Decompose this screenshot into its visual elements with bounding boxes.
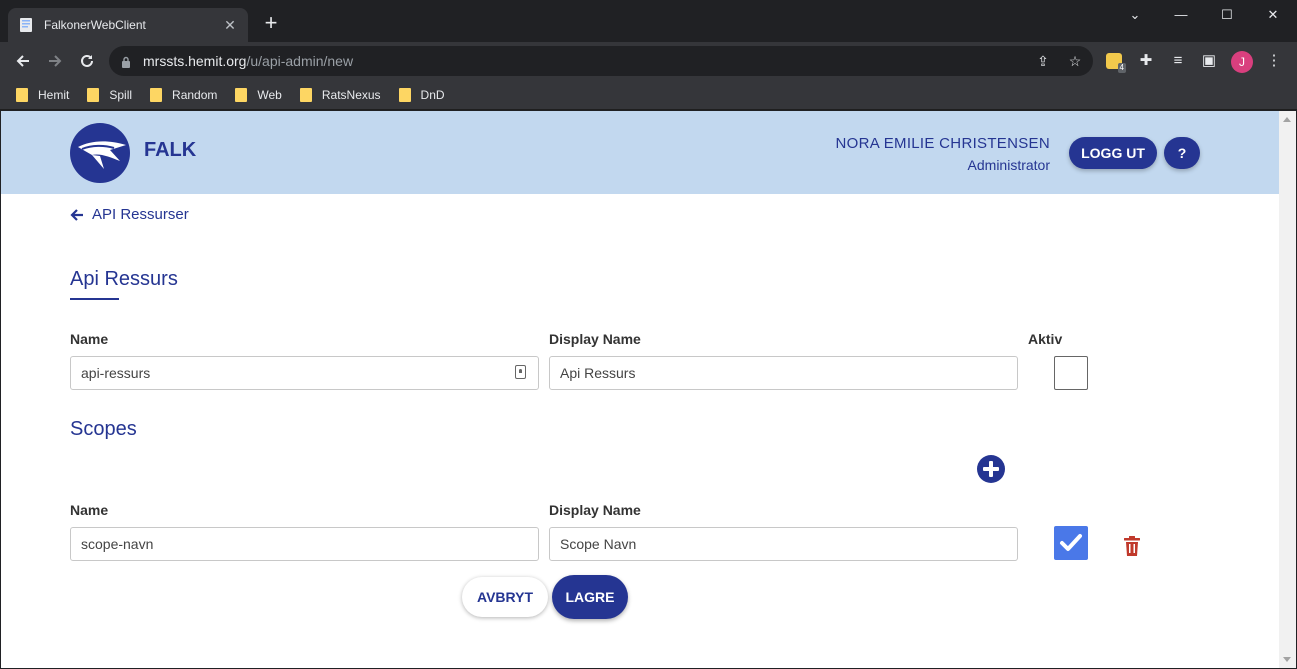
title-underline	[70, 298, 119, 300]
scope-display-name-label: Display Name	[549, 502, 641, 518]
folder-icon	[16, 87, 28, 102]
menu-icon[interactable]: ⋮	[1264, 51, 1284, 71]
tab-title: FalkonerWebClient	[44, 18, 146, 32]
media-icon[interactable]: ≡	[1168, 51, 1188, 71]
name-label: Name	[70, 331, 109, 347]
page-viewport: FALK NORA EMILIE CHRISTENSEN Administrat…	[1, 111, 1279, 668]
folder-icon	[299, 87, 312, 102]
address-bar[interactable]: mrssts.hemit.org/u/api-admin/new ⇪ ☆	[109, 46, 1093, 76]
scope-display-name-input[interactable]	[549, 527, 1018, 561]
new-tab-icon[interactable]: +	[260, 12, 282, 34]
add-scope-button[interactable]	[977, 455, 1005, 483]
tab-close-icon[interactable]: ✕	[222, 17, 238, 34]
back-link-label: API Ressurser	[92, 206, 189, 223]
bookmark-ratsnexus[interactable]: RatsNexus	[299, 87, 381, 102]
app-header: FALK NORA EMILIE CHRISTENSEN Administrat…	[1, 111, 1279, 194]
url-text: mrssts.hemit.org/u/api-admin/new	[143, 53, 354, 69]
scope-name-input[interactable]	[70, 527, 539, 561]
star-icon[interactable]: ☆	[1066, 52, 1084, 70]
scope-active-checkbox[interactable]	[1054, 526, 1088, 560]
notes-extension-icon[interactable]: 4	[1106, 53, 1126, 73]
scopes-title: Scopes	[70, 418, 137, 440]
folder-icon	[235, 87, 248, 102]
bookmark-random[interactable]: Random	[150, 87, 217, 102]
profile-avatar[interactable]: J	[1231, 51, 1253, 73]
falk-logo[interactable]	[70, 123, 130, 183]
scroll-up-icon[interactable]	[1283, 117, 1291, 122]
active-checkbox[interactable]	[1054, 356, 1088, 390]
check-icon	[1060, 534, 1082, 551]
browser-toolbar: mrssts.hemit.org/u/api-admin/new ⇪ ☆ 4 ✚…	[0, 42, 1297, 80]
lock-icon[interactable]	[121, 55, 131, 68]
sidepanel-icon[interactable]: ▣	[1199, 51, 1219, 71]
user-role: Administrator	[967, 157, 1050, 173]
scroll-down-icon[interactable]	[1283, 657, 1291, 662]
folder-icon	[87, 87, 100, 102]
maximize-icon[interactable]: ☐	[1204, 4, 1250, 26]
active-label: Aktiv	[1028, 331, 1063, 347]
forward-icon[interactable]	[44, 50, 66, 72]
reload-icon[interactable]	[76, 50, 98, 72]
trash-icon[interactable]	[1123, 535, 1141, 557]
close-window-icon[interactable]: ✕	[1250, 4, 1296, 26]
folder-icon	[150, 87, 163, 102]
help-button[interactable]: ?	[1164, 137, 1200, 169]
arrow-left-icon	[70, 208, 83, 221]
bookmark-dnd[interactable]: DnD	[398, 87, 445, 102]
page-title: Api Ressurs	[70, 268, 178, 290]
browser-tab[interactable]: FalkonerWebClient ✕	[8, 8, 248, 42]
key-icon[interactable]	[515, 365, 526, 379]
share-icon[interactable]: ⇪	[1034, 52, 1052, 70]
tab-strip: FalkonerWebClient ✕ + ⌄ — ☐ ✕	[0, 0, 1297, 42]
logout-button[interactable]: LOGG UT	[1069, 137, 1157, 169]
scope-name-label: Name	[70, 502, 109, 518]
user-name: NORA EMILIE CHRISTENSEN	[835, 135, 1050, 152]
bookmark-hemit[interactable]: Hemit	[16, 87, 69, 102]
bookmark-spill[interactable]: Spill	[87, 87, 132, 102]
folder-icon	[398, 87, 411, 102]
vertical-scrollbar[interactable]	[1279, 111, 1296, 668]
save-button[interactable]: LAGRE	[552, 575, 628, 619]
brand-name: FALK	[144, 139, 197, 161]
minimize-icon[interactable]: —	[1158, 4, 1204, 26]
page-favicon-icon	[18, 17, 34, 33]
back-icon[interactable]	[12, 50, 34, 72]
back-link[interactable]: API Ressurser	[70, 206, 189, 223]
resource-name-input[interactable]	[70, 356, 539, 390]
bookmark-web[interactable]: Web	[235, 87, 282, 102]
cancel-button[interactable]: AVBRYT	[462, 577, 548, 617]
resource-display-name-input[interactable]	[549, 356, 1018, 390]
bookmarks-bar: Hemit Spill Random Web RatsNexus DnD	[0, 80, 1297, 110]
tab-search-icon[interactable]: ⌄	[1112, 4, 1158, 26]
display-name-label: Display Name	[549, 331, 641, 347]
extensions-icon[interactable]: ✚	[1136, 51, 1156, 71]
